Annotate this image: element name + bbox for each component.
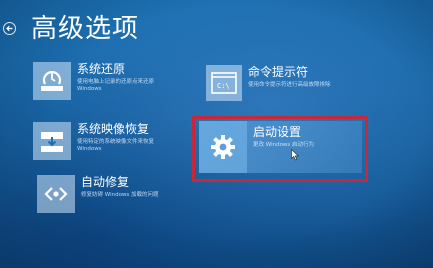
back-button[interactable] [3, 22, 16, 35]
automatic-repair-option[interactable]: 自动修复 修复妨碍 Windows 加载的问题 [37, 175, 203, 213]
back-arrow-icon [6, 25, 13, 32]
gear-icon [199, 121, 247, 173]
startup-settings-option[interactable]: 启动设置 更改 Windows 启动行为 [199, 121, 362, 173]
command-prompt-title: 命令提示符 [248, 65, 309, 79]
auto-repair-description: 修复妨碍 Windows 加载的问题 [81, 192, 203, 199]
description-line: 使用特定的系统映像文件来恢复 [77, 139, 155, 145]
system-image-description: 使用特定的系统映像文件来恢复 Windows [77, 139, 199, 153]
system-restore-option[interactable]: 系统还原 使用电脑上记录的还原点来还原 Windows [33, 62, 199, 100]
system-image-title: 系统映像恢复 [77, 122, 150, 136]
startup-settings-title: 启动设置 [253, 125, 302, 139]
description-line: 修复妨碍 Windows 加载的问题 [81, 192, 159, 198]
command-prompt-option[interactable]: C:\ 命令提示符 使用命令提示符进行高级故障排除 [206, 65, 370, 101]
restore-icon [33, 62, 71, 100]
command-prompt-description: 使用命令提示符进行高级故障排除 [248, 82, 370, 89]
startup-settings-description: 更改 Windows 启动行为 [253, 142, 375, 149]
auto-repair-title: 自动修复 [81, 175, 130, 189]
system-restore-description: 使用电脑上记录的还原点来还原 Windows [77, 79, 199, 93]
image-recovery-icon [33, 122, 71, 160]
description-line: 更改 Windows 启动行为 [253, 142, 315, 148]
cmd-icon-text: C:\ [217, 82, 230, 90]
system-image-recovery-option[interactable]: 系统映像恢复 使用特定的系统映像文件来恢复 Windows [33, 122, 199, 160]
command-prompt-icon: C:\ [206, 65, 242, 101]
description-line: 使用命令提示符进行高级故障排除 [248, 82, 331, 88]
description-line: Windows [77, 146, 102, 152]
repair-icon [37, 175, 75, 213]
mouse-pointer-icon [291, 149, 299, 161]
description-line: Windows [77, 86, 102, 92]
system-restore-title: 系统还原 [77, 62, 126, 76]
description-line: 使用电脑上记录的还原点来还原 [77, 79, 155, 85]
page-title: 高级选项 [31, 14, 140, 44]
